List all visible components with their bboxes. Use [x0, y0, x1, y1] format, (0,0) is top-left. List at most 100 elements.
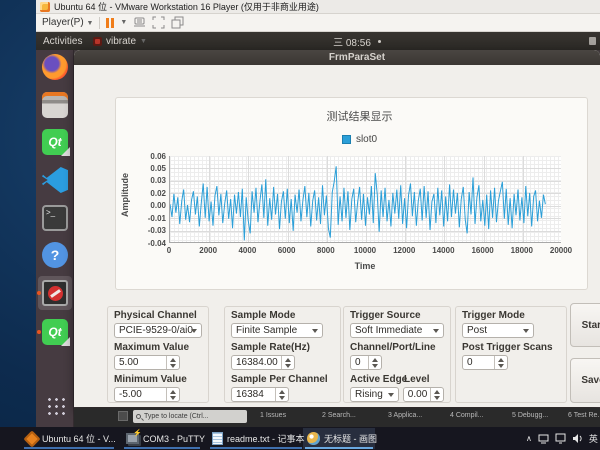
- sample-settings-group: Sample Mode Finite Sample Sample Rate(Hz…: [224, 306, 341, 403]
- unity-mode-icon[interactable]: [171, 16, 184, 29]
- spin-stepper[interactable]: [275, 388, 288, 401]
- sample-mode-combobox[interactable]: Finite Sample: [231, 323, 323, 338]
- trigger-mode-combobox[interactable]: Post: [462, 323, 534, 338]
- qt-creator-icon[interactable]: Qt: [42, 129, 68, 155]
- system-status-icon-partial[interactable]: [589, 37, 596, 45]
- spin-stepper[interactable]: [281, 356, 294, 369]
- paint-icon: [307, 432, 320, 445]
- minimum-value-label: Minimum Value: [114, 374, 202, 386]
- y-tick-label: 0.03: [118, 176, 166, 185]
- suspend-dropdown-arrow-icon[interactable]: ▼: [120, 19, 127, 26]
- trigger-source-label: Trigger Source: [350, 310, 444, 322]
- taskbar-item-notepad[interactable]: readme.txt - 记事本: [208, 428, 304, 449]
- ime-indicator[interactable]: 英: [589, 432, 598, 445]
- notification-dot: [378, 40, 381, 43]
- y-tick-label: 0.05: [118, 164, 166, 173]
- trigger-source-combobox[interactable]: Soft Immediate: [350, 323, 444, 338]
- running-indicator-dot: [37, 330, 41, 334]
- sample-per-channel-label: Sample Per Channel: [231, 374, 334, 386]
- x-tick-label: 0: [154, 246, 184, 255]
- app-menu-icon: [93, 37, 102, 46]
- chart-legend: slot0: [132, 134, 587, 145]
- pane-debugger[interactable]: 5 Debugg...: [512, 412, 548, 419]
- suspend-vm-button[interactable]: [106, 18, 114, 28]
- sample-rate-label: Sample Rate(Hz): [231, 342, 334, 354]
- taskbar-item-vmware[interactable]: Ubuntu 64 位 - V...: [22, 428, 116, 449]
- file-manager-icon[interactable]: [42, 92, 68, 118]
- show-applications-button[interactable]: [45, 395, 66, 416]
- channel-port-line-label: Channel/Port/Line: [350, 342, 444, 354]
- search-icon: [136, 414, 141, 419]
- x-tick-label: 14000: [428, 246, 458, 255]
- y-tick-label: 0.02: [118, 189, 166, 198]
- y-tick-label: 0.06: [118, 152, 166, 161]
- minimum-value-spinbox[interactable]: -5.00: [114, 387, 180, 402]
- qt-app-icon[interactable]: Qt: [42, 319, 68, 345]
- vmware-titlebar[interactable]: Ubuntu 64 位 - VMware Workstation 16 Play…: [36, 0, 600, 14]
- help-icon[interactable]: ?: [42, 242, 68, 268]
- spin-stepper[interactable]: [166, 356, 179, 369]
- notepad-icon: [212, 432, 223, 445]
- taskbar-item-paint[interactable]: 无标题 - 画图: [303, 428, 375, 449]
- vibrate-app-icon[interactable]: [42, 280, 68, 306]
- running-indicator-dot: [37, 291, 41, 295]
- vmware-taskbar-icon: [24, 430, 41, 447]
- windows-taskbar: Ubuntu 64 位 - V... COM3 - PuTTY readme.t…: [0, 427, 600, 450]
- x-tick-label: 16000: [468, 246, 498, 255]
- channel-port-line-spinbox[interactable]: 0: [350, 355, 382, 370]
- locator-input[interactable]: Type to locate (Ctrl...: [133, 410, 247, 423]
- chevron-down-icon: [523, 329, 529, 333]
- post-trigger-scans-label: Post Trigger Scans: [462, 342, 560, 354]
- display-icon[interactable]: [555, 433, 566, 444]
- spin-stepper[interactable]: [166, 388, 179, 401]
- pane-issues[interactable]: 1 Issues: [260, 412, 286, 419]
- post-trigger-scans-spinbox[interactable]: 0: [462, 355, 508, 370]
- taskbar-item-putty[interactable]: COM3 - PuTTY: [122, 428, 202, 449]
- fullscreen-icon[interactable]: [152, 16, 165, 29]
- vmware-window-title: Ubuntu 64 位 - VMware Workstation 16 Play…: [54, 0, 319, 13]
- terminal-icon[interactable]: >_: [42, 205, 68, 231]
- start-button[interactable]: Start: [570, 303, 600, 347]
- x-tick-label: 18000: [507, 246, 537, 255]
- sample-per-channel-spinbox[interactable]: 16384: [231, 387, 289, 402]
- frmparaset-titlebar[interactable]: FrmParaSet: [74, 50, 600, 65]
- x-tick-label: 4000: [232, 246, 262, 255]
- level-spinbox[interactable]: 0.00: [403, 387, 444, 402]
- spin-stepper[interactable]: [430, 388, 443, 401]
- vmware-toolbar: Player(P) ▼ ▼: [36, 14, 600, 32]
- save-button[interactable]: Save: [570, 358, 600, 403]
- trigger-mode-group: Trigger Mode Post Post Trigger Scans 0: [455, 306, 567, 403]
- screen: Ubuntu 64 位 - VMware Workstation 16 Play…: [0, 0, 600, 450]
- waveform: [170, 156, 561, 242]
- maximum-value-label: Maximum Value: [114, 342, 202, 354]
- activities-button[interactable]: Activities: [38, 32, 87, 50]
- network-icon[interactable]: [538, 433, 549, 444]
- player-menu[interactable]: Player(P) ▼: [42, 17, 93, 28]
- vscode-icon[interactable]: [42, 167, 68, 193]
- active-edge-combobox[interactable]: Rising: [350, 387, 399, 402]
- send-ctrl-alt-del-icon[interactable]: [133, 16, 146, 29]
- pane-search[interactable]: 2 Search...: [322, 412, 356, 419]
- toolbar-separator: [99, 17, 100, 29]
- spin-stepper[interactable]: [494, 356, 507, 369]
- pane-compile-output[interactable]: 4 Compil...: [450, 412, 483, 419]
- spin-stepper[interactable]: [368, 356, 381, 369]
- qtcreator-mode-icon[interactable]: [118, 411, 128, 421]
- maximum-value-spinbox[interactable]: 5.00: [114, 355, 180, 370]
- ubuntu-topbar: Activities vibrate ▼ 三 08:56: [36, 32, 600, 50]
- speaker-icon[interactable]: [572, 433, 583, 444]
- sample-rate-spinbox[interactable]: 16384.00: [231, 355, 295, 370]
- plot-canvas: [169, 156, 561, 243]
- pane-application-output[interactable]: 3 Applica...: [388, 412, 422, 419]
- chevron-up-icon[interactable]: ∧: [526, 434, 532, 443]
- qtcreator-bottom-bar: Type to locate (Ctrl... 1 Issues 2 Searc…: [74, 408, 600, 427]
- legend-label: slot0: [356, 134, 377, 145]
- app-menu[interactable]: vibrate ▼: [88, 32, 152, 50]
- x-axis-label: Time: [169, 261, 561, 271]
- x-tick-label: 2000: [193, 246, 223, 255]
- pane-test-results[interactable]: 6 Test Re...: [568, 412, 600, 419]
- physical-channel-combobox[interactable]: PCIE-9529-0/ai0: [114, 323, 202, 338]
- firefox-icon[interactable]: [42, 54, 68, 80]
- y-tick-label: -0.03: [118, 226, 166, 235]
- clock-menu[interactable]: 三 08:56: [312, 32, 402, 50]
